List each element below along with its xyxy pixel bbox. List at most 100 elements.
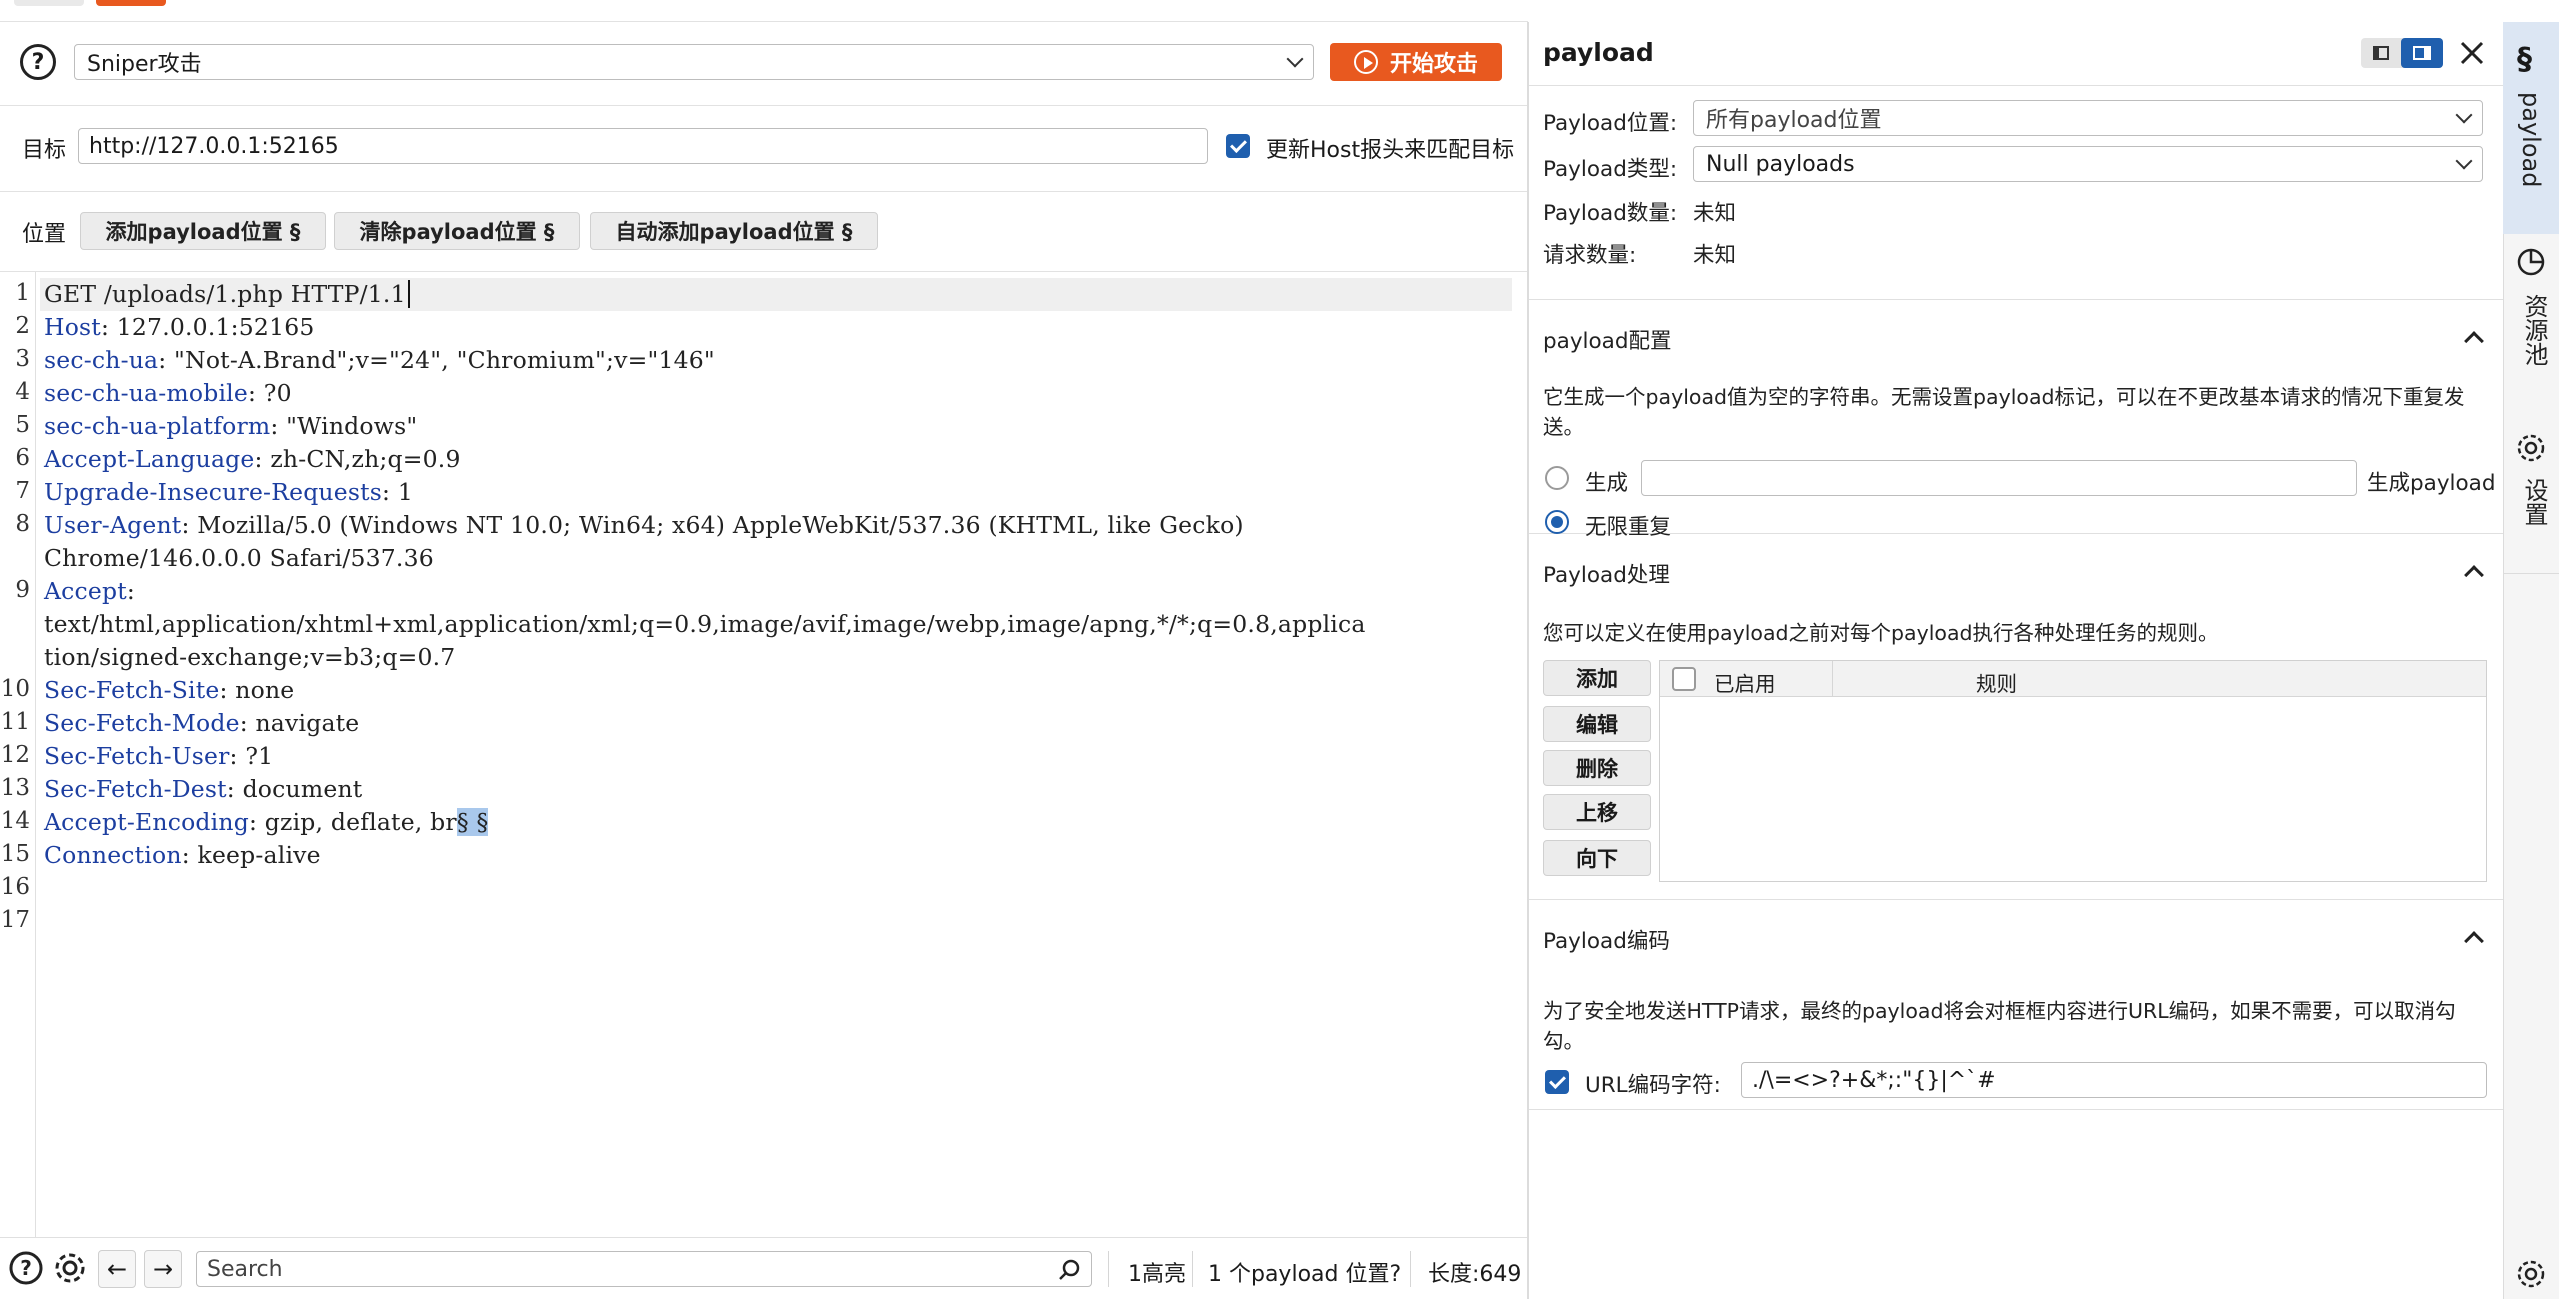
request-line[interactable]: sec-ch-ua: "Not-A.Brand";v="24", "Chromi… <box>44 346 715 374</box>
clear-payload-position-button[interactable]: 清除payload位置 § <box>334 212 580 250</box>
sidebar-item-payload[interactable]: § payload <box>2503 22 2559 234</box>
header-name: Accept-Encoding <box>44 808 249 836</box>
collapse-chevron-icon[interactable] <box>2464 331 2484 351</box>
top-tab-strip <box>0 0 1528 22</box>
generate-payload-suffix: 生成payload <box>2367 471 2496 496</box>
line-number: 10 <box>0 676 30 702</box>
request-line[interactable]: Sec-Fetch-Mode: navigate <box>44 709 359 737</box>
header-name: sec-ch-ua-mobile <box>44 379 249 407</box>
request-line[interactable]: sec-ch-ua-platform: "Windows" <box>44 412 417 440</box>
add-rule-button[interactable]: 添加 <box>1543 660 1651 696</box>
request-line[interactable]: GET /uploads/1.php HTTP/1.1 <box>44 280 410 308</box>
processing-rules-table[interactable]: 已启用 规则 <box>1659 660 2487 882</box>
line-number: 7 <box>15 478 30 504</box>
generate-count-input[interactable] <box>1641 460 2357 496</box>
column-rule[interactable]: 规则 <box>1976 667 2017 697</box>
top-tab-active[interactable] <box>96 0 166 6</box>
forward-arrow-icon[interactable]: → <box>144 1250 182 1288</box>
chevron-down-icon <box>2455 106 2473 124</box>
help-icon[interactable]: ? <box>20 44 56 80</box>
header-value: : document <box>226 775 363 803</box>
target-url-input[interactable]: http://127.0.0.1:52165 <box>78 128 1208 164</box>
payload-count-value: 未知 <box>1693 201 1737 226</box>
top-tab[interactable] <box>14 0 84 6</box>
gear-icon <box>2517 434 2545 462</box>
layout-single-icon[interactable] <box>2361 38 2401 68</box>
request-line[interactable]: sec-ch-ua-mobile: ?0 <box>44 379 292 407</box>
request-line[interactable]: Accept: <box>44 577 135 605</box>
auto-add-payload-position-button[interactable]: 自动添加payload位置 § <box>590 212 878 250</box>
header-name: Upgrade-Insecure-Requests <box>44 478 383 506</box>
request-line[interactable]: tion/signed-exchange;v=b3;q=0.7 <box>44 643 455 671</box>
request-line[interactable]: Chrome/146.0.0.0 Safari/537.36 <box>44 544 434 572</box>
positions-toolbar: 位置 添加payload位置 § 清除payload位置 § 自动添加paylo… <box>0 192 1527 272</box>
collapse-chevron-icon[interactable] <box>2464 931 2484 951</box>
layout-split-icon[interactable] <box>2401 38 2443 68</box>
delete-rule-button[interactable]: 删除 <box>1543 750 1651 786</box>
payload-panel-header: payload <box>1529 22 2503 86</box>
header-value: : navigate <box>239 709 360 737</box>
chevron-down-icon <box>1286 50 1304 68</box>
editor-bottom-bar: ? ← → Search 1高亮 1 个payload 位置? 长度:649 <box>0 1237 1527 1299</box>
request-line[interactable]: Upgrade-Insecure-Requests: 1 <box>44 478 413 506</box>
line-number: 8 <box>15 511 30 537</box>
update-host-label: 更新Host报头来匹配目标 <box>1266 138 1515 163</box>
search-input[interactable]: Search <box>196 1251 1092 1287</box>
payload-type-select[interactable]: Null payloads <box>1693 146 2483 182</box>
back-arrow-icon[interactable]: ← <box>98 1250 136 1288</box>
search-placeholder: Search <box>207 1256 283 1282</box>
gear-icon[interactable] <box>2515 1258 2547 1296</box>
close-icon[interactable] <box>2457 38 2487 68</box>
request-line[interactable]: Sec-Fetch-User: ?1 <box>44 742 273 770</box>
url-encode-chars-input[interactable]: ./\=<>?+&*;:"{}|^`# <box>1741 1062 2487 1098</box>
request-line[interactable]: Accept-Language: zh-CN,zh;q=0.9 <box>44 445 461 473</box>
request-count-label: 请求数量: <box>1543 243 1637 268</box>
url-encode-label: URL编码字符: <box>1585 1073 1721 1098</box>
header-name: Sec-Fetch-Mode <box>44 709 240 737</box>
start-attack-button[interactable]: 开始攻击 <box>1330 43 1502 81</box>
header-value: : Mozilla/5.0 (Windows NT 10.0; Win64; x… <box>181 511 1244 539</box>
infinite-repeat-radio[interactable] <box>1545 510 1569 534</box>
url-encode-checkbox[interactable] <box>1545 1070 1569 1094</box>
header-name: Sec-Fetch-Site <box>44 676 220 704</box>
collapse-chevron-icon[interactable] <box>2464 565 2484 585</box>
request-line[interactable]: Sec-Fetch-Site: none <box>44 676 294 704</box>
line-number: 5 <box>15 412 30 438</box>
payload-position-select[interactable]: 所有payload位置 <box>1693 100 2483 136</box>
payload-panel-title: payload <box>1543 38 1654 67</box>
line-number: 2 <box>15 313 30 339</box>
header-value: : ?1 <box>229 742 274 770</box>
move-up-rule-button[interactable]: 上移 <box>1543 794 1651 830</box>
target-label: 目标 <box>22 138 67 163</box>
edit-rule-button[interactable]: 编辑 <box>1543 706 1651 742</box>
sidebar-item-settings[interactable]: 设置 <box>2503 420 2559 574</box>
header-name: Connection <box>44 841 182 869</box>
add-payload-position-button[interactable]: 添加payload位置 § <box>80 212 326 250</box>
request-line[interactable]: Sec-Fetch-Dest: document <box>44 775 362 803</box>
payload-position-marker[interactable]: § § <box>456 808 489 836</box>
header-name: Accept-Language <box>44 445 255 473</box>
gear-icon[interactable] <box>50 1248 90 1288</box>
text-cursor <box>407 280 410 308</box>
payload-config-description: 它生成一个payload值为空的字符串。无需设置payload标记，可以在不更改… <box>1543 385 2465 439</box>
header-value: : "Not-A.Brand";v="24", "Chromium";v="14… <box>158 346 715 374</box>
layout-toggle[interactable] <box>2361 38 2443 68</box>
update-host-checkbox[interactable] <box>1226 134 1250 158</box>
generate-radio[interactable] <box>1545 466 1569 490</box>
request-line[interactable]: User-Agent: Mozilla/5.0 (Windows NT 10.0… <box>44 511 1244 539</box>
request-line[interactable]: Host: 127.0.0.1:52165 <box>44 313 315 341</box>
help-icon[interactable]: ? <box>6 1248 46 1288</box>
move-down-rule-button[interactable]: 向下 <box>1543 840 1651 876</box>
attack-type-select[interactable]: Sniper攻击 <box>74 44 1314 80</box>
column-enabled[interactable]: 已启用 <box>1714 667 1776 697</box>
sidebar-item-resource-pool[interactable]: 资源池 <box>2503 234 2559 420</box>
line-number: 6 <box>15 445 30 471</box>
header-value: text/html,application/xhtml+xml,applicat… <box>44 610 1366 638</box>
request-line[interactable]: text/html,application/xhtml+xml,applicat… <box>44 610 1366 638</box>
request-line[interactable]: Connection: keep-alive <box>44 841 321 869</box>
request-line[interactable]: Accept-Encoding: gzip, deflate, br§ § <box>44 808 489 836</box>
enable-all-checkbox[interactable] <box>1672 667 1696 691</box>
header-name: Sec-Fetch-User <box>44 742 230 770</box>
header-value: : 127.0.0.1:52165 <box>100 313 315 341</box>
line-number: 3 <box>15 346 30 372</box>
